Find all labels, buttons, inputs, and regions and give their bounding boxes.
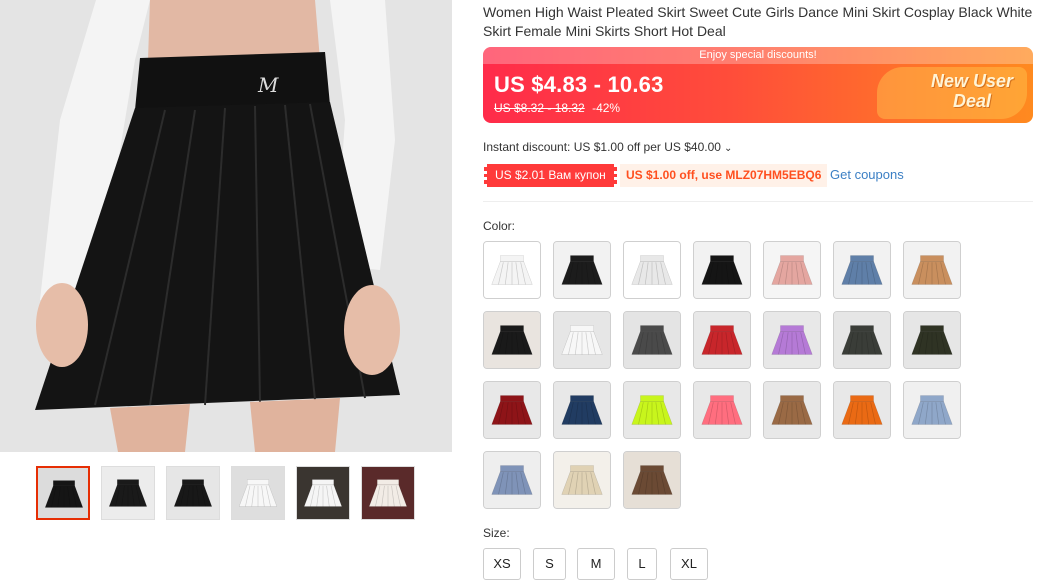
skirt-illustration [554, 242, 610, 298]
color-swatch[interactable] [833, 241, 891, 299]
banner-note: Enjoy special discounts! [483, 47, 1033, 64]
skirt-photo: M [0, 0, 452, 452]
skirt-illustration [167, 467, 219, 519]
color-swatch[interactable] [763, 311, 821, 369]
size-option-s[interactable]: S [533, 548, 566, 580]
skirt-illustration [554, 382, 610, 438]
color-swatch[interactable] [483, 451, 541, 509]
size-option-m[interactable]: M [577, 548, 615, 580]
skirt-illustration [624, 452, 680, 508]
gallery-thumbnail[interactable] [296, 466, 350, 520]
instant-discount[interactable]: Instant discount: US $1.00 off per US $4… [483, 140, 732, 154]
skirt-illustration [834, 312, 890, 368]
skirt-illustration [834, 382, 890, 438]
color-swatch[interactable] [553, 311, 611, 369]
current-price: US $4.83 - 10.63 [494, 72, 664, 97]
get-coupons-link[interactable]: Get coupons [830, 167, 904, 182]
skirt-illustration [834, 242, 890, 298]
skirt-illustration [904, 382, 960, 438]
skirt-illustration [362, 467, 414, 519]
skirt-illustration [764, 242, 820, 298]
skirt-illustration [102, 467, 154, 519]
skirt-illustration [232, 467, 284, 519]
color-swatch[interactable] [903, 381, 961, 439]
color-swatch[interactable] [623, 241, 681, 299]
gallery-thumbnail[interactable] [101, 466, 155, 520]
color-label: Color: [483, 219, 516, 233]
skirt-illustration [484, 382, 540, 438]
coupon-badge[interactable]: US $2.01 Вам купон [484, 164, 617, 187]
color-swatch[interactable] [763, 381, 821, 439]
instant-discount-text: Instant discount: US $1.00 off per US $4… [483, 140, 721, 154]
color-swatch[interactable] [693, 311, 751, 369]
skirt-illustration [694, 312, 750, 368]
skirt-illustration [484, 312, 540, 368]
color-swatch[interactable] [623, 451, 681, 509]
size-option-xs[interactable]: XS [483, 548, 521, 580]
size-option-xl[interactable]: XL [670, 548, 708, 580]
svg-text:M: M [257, 73, 279, 97]
price-banner: Enjoy special discounts! US $4.83 - 10.6… [483, 47, 1033, 123]
skirt-illustration [484, 452, 540, 508]
color-swatch[interactable] [483, 311, 541, 369]
skirt-illustration [624, 312, 680, 368]
skirt-illustration [554, 312, 610, 368]
color-swatch[interactable] [623, 381, 681, 439]
chevron-down-icon: ⌄ [723, 143, 733, 154]
skirt-illustration [38, 468, 88, 518]
color-swatch[interactable] [693, 241, 751, 299]
promo-line-1: New User [930, 71, 1013, 91]
promo-line-2: Deal [952, 91, 991, 111]
discount-percent: -42% [592, 101, 621, 115]
divider [483, 201, 1033, 202]
skirt-illustration [764, 382, 820, 438]
gallery-thumbnail[interactable] [231, 466, 285, 520]
skirt-illustration [624, 382, 680, 438]
skirt-illustration [904, 242, 960, 298]
price-secondary: US $8.32 - 18.32 -42% [494, 101, 620, 115]
color-swatch[interactable] [833, 381, 891, 439]
size-option-l[interactable]: L [627, 548, 657, 580]
skirt-illustration [904, 312, 960, 368]
original-price: US $8.32 - 18.32 [494, 101, 585, 115]
color-swatch[interactable] [553, 241, 611, 299]
color-swatch[interactable] [623, 311, 681, 369]
skirt-illustration [484, 242, 540, 298]
coupon-code-badge[interactable]: US $1.00 off, use MLZ07HM5EBQ6 [620, 164, 828, 187]
gallery-thumbnail[interactable] [166, 466, 220, 520]
skirt-illustration [297, 467, 349, 519]
color-swatch[interactable] [833, 311, 891, 369]
color-swatch[interactable] [693, 381, 751, 439]
color-swatch[interactable] [763, 241, 821, 299]
size-label: Size: [483, 526, 510, 540]
color-swatch[interactable] [903, 241, 961, 299]
product-title: Women High Waist Pleated Skirt Sweet Cut… [483, 4, 1033, 39]
skirt-illustration [624, 242, 680, 298]
new-user-deal-badge[interactable]: New User Deal [931, 71, 1013, 111]
color-swatch[interactable] [483, 381, 541, 439]
color-swatch[interactable] [553, 381, 611, 439]
skirt-illustration [694, 382, 750, 438]
gallery-thumbnail[interactable] [36, 466, 90, 520]
color-swatch[interactable] [553, 451, 611, 509]
skirt-illustration [764, 312, 820, 368]
skirt-illustration [554, 452, 610, 508]
skirt-illustration [694, 242, 750, 298]
color-swatch[interactable] [903, 311, 961, 369]
color-swatch[interactable] [483, 241, 541, 299]
gallery-thumbnail[interactable] [361, 466, 415, 520]
main-product-image[interactable]: M [0, 0, 452, 452]
